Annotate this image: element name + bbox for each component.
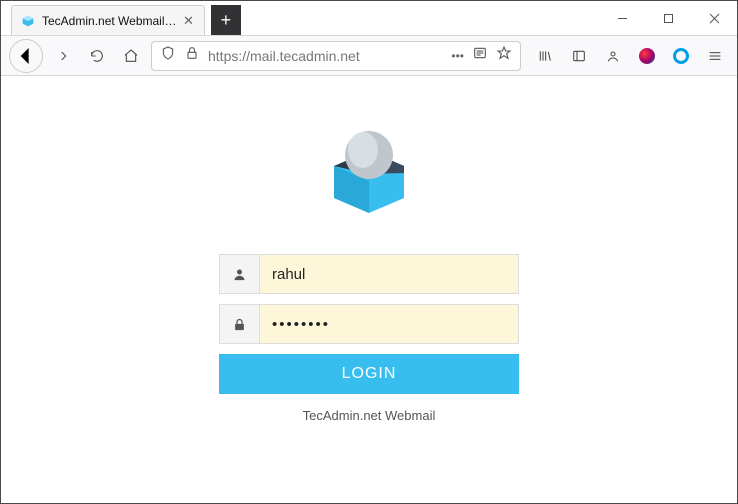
window-controls — [599, 1, 737, 35]
password-input[interactable] — [260, 305, 518, 343]
page-content: LOGIN TecAdmin.net Webmail — [1, 76, 737, 503]
reader-mode-icon[interactable] — [472, 45, 488, 66]
sidebar-icon[interactable] — [565, 42, 593, 70]
library-icon[interactable] — [531, 42, 559, 70]
browser-toolbar: https://mail.tecadmin.net ••• — [1, 36, 737, 76]
login-button[interactable]: LOGIN — [219, 354, 519, 394]
username-input[interactable] — [260, 255, 518, 293]
user-icon — [220, 255, 260, 293]
window-maximize-button[interactable] — [645, 1, 691, 35]
tab-favicon — [20, 13, 36, 29]
lock-field-icon — [220, 305, 260, 343]
window-titlebar: TecAdmin.net Webmail :: Welc ✕ + — [1, 1, 737, 36]
login-form: LOGIN — [219, 254, 519, 394]
account-icon[interactable] — [599, 42, 627, 70]
tab-title: TecAdmin.net Webmail :: Welc — [42, 14, 177, 28]
hamburger-menu-icon[interactable] — [701, 42, 729, 70]
shield-icon — [160, 45, 176, 66]
tab-close-icon[interactable]: ✕ — [183, 13, 194, 29]
forward-button[interactable] — [49, 42, 77, 70]
home-button[interactable] — [117, 42, 145, 70]
extension-icon-2[interactable] — [667, 42, 695, 70]
new-tab-button[interactable]: + — [211, 5, 241, 35]
bookmark-star-icon[interactable] — [496, 45, 512, 66]
tab-strip: TecAdmin.net Webmail :: Welc ✕ + — [1, 1, 599, 35]
reload-button[interactable] — [83, 42, 111, 70]
url-text: https://mail.tecadmin.net — [208, 48, 443, 64]
address-bar[interactable]: https://mail.tecadmin.net ••• — [151, 41, 521, 71]
username-field-wrapper — [219, 254, 519, 294]
password-field-wrapper — [219, 304, 519, 344]
back-button[interactable] — [9, 39, 43, 73]
page-actions-dots[interactable]: ••• — [451, 49, 464, 63]
window-minimize-button[interactable] — [599, 1, 645, 35]
lock-icon — [184, 45, 200, 66]
footer-text: TecAdmin.net Webmail — [303, 408, 436, 423]
browser-tab[interactable]: TecAdmin.net Webmail :: Welc ✕ — [11, 5, 205, 35]
app-logo — [309, 118, 429, 228]
window-close-button[interactable] — [691, 1, 737, 35]
toolbar-right-icons — [527, 42, 729, 70]
extension-icon-1[interactable] — [633, 42, 661, 70]
